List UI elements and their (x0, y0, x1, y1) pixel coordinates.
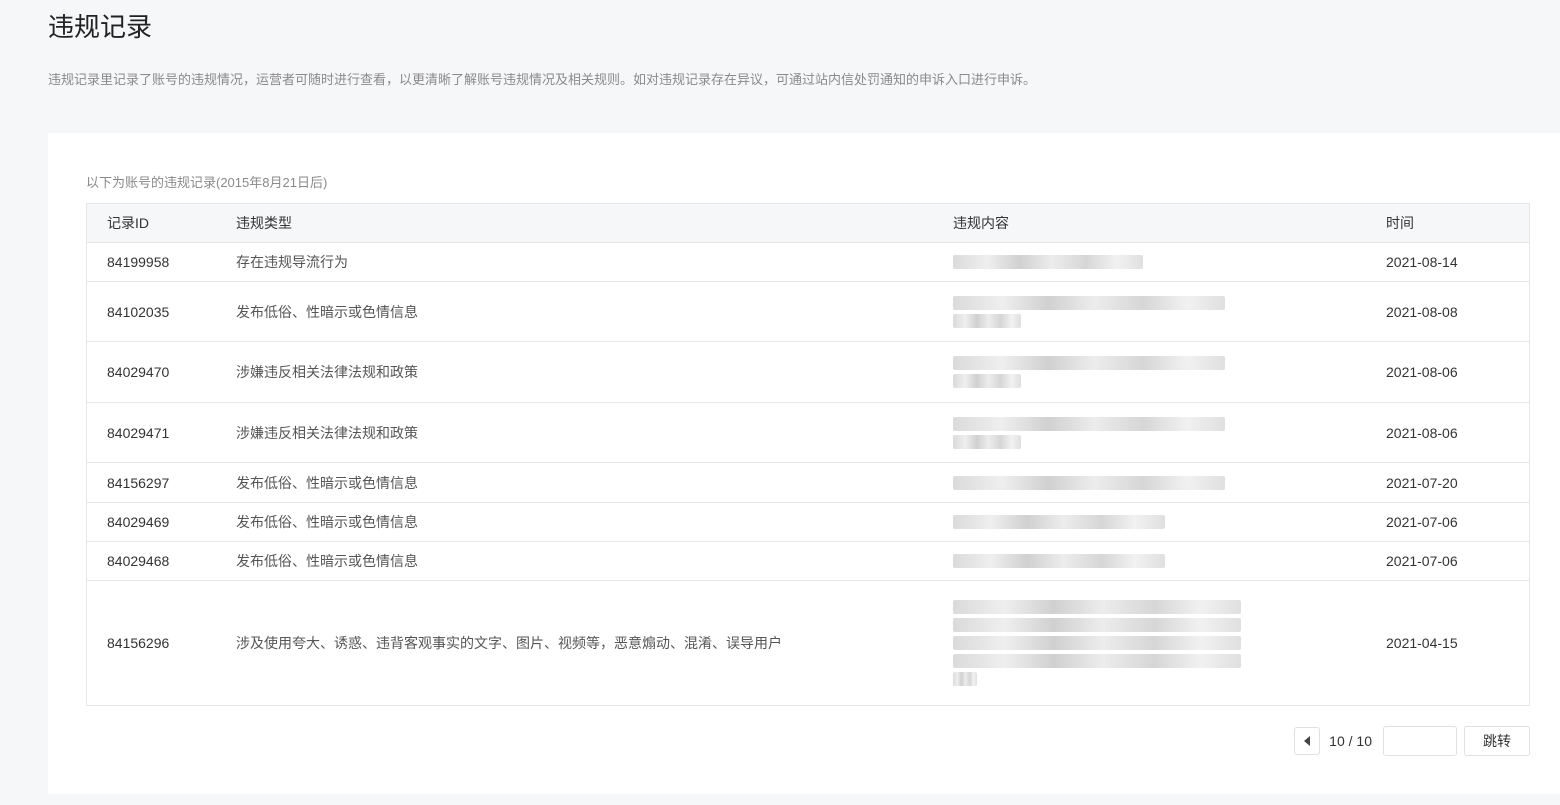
table-row: 84156297 发布低俗、性暗示或色情信息 2021-07-20 (86, 462, 1530, 503)
record-time: 2021-08-08 (1386, 281, 1530, 342)
violation-type: 存在违规导流行为 (236, 242, 953, 282)
records-panel: 以下为账号的违规记录(2015年8月21日后) 记录ID 违规类型 违规内容 时… (48, 133, 1560, 794)
pagination: 10 / 10 跳转 (1294, 726, 1530, 756)
header-time: 时间 (1386, 203, 1530, 243)
violation-records-table: 记录ID 违规类型 违规内容 时间 84199958 存在违规导流行为 2021… (86, 203, 1530, 706)
table-header-row: 记录ID 违规类型 违规内容 时间 (86, 203, 1530, 243)
record-id: 84029469 (86, 502, 236, 542)
page-indicator: 10 / 10 (1329, 733, 1372, 749)
violation-content-redacted (953, 580, 1386, 706)
record-id: 84156296 (86, 580, 236, 706)
jump-button[interactable]: 跳转 (1464, 726, 1530, 756)
page-title: 违规记录 (48, 12, 153, 42)
table-row: 84029468 发布低俗、性暗示或色情信息 2021-07-06 (86, 541, 1530, 581)
table-caption: 以下为账号的违规记录(2015年8月21日后) (86, 175, 328, 190)
table-row: 84029470 涉嫌违反相关法律法规和政策 2021-08-06 (86, 341, 1530, 403)
record-id: 84102035 (86, 281, 236, 342)
record-id: 84199958 (86, 242, 236, 282)
violation-content-redacted (953, 402, 1386, 463)
record-time: 2021-07-06 (1386, 502, 1530, 542)
record-id: 84029468 (86, 541, 236, 581)
violation-content-redacted (953, 462, 1386, 503)
prev-page-button[interactable] (1294, 727, 1321, 755)
record-time: 2021-08-14 (1386, 242, 1530, 282)
table-row: 84029471 涉嫌违反相关法律法规和政策 2021-08-06 (86, 402, 1530, 463)
table-row: 84102035 发布低俗、性暗示或色情信息 2021-08-08 (86, 281, 1530, 342)
violation-content-redacted (953, 541, 1386, 581)
violation-content-redacted (953, 341, 1386, 403)
violation-content-redacted (953, 502, 1386, 542)
violation-type: 涉及使用夸大、诱惑、违背客观事实的文字、图片、视频等，恶意煽动、混淆、误导用户 (236, 580, 953, 706)
record-time: 2021-07-06 (1386, 541, 1530, 581)
record-time: 2021-04-15 (1386, 580, 1530, 706)
page-number-input[interactable] (1383, 726, 1457, 756)
record-id: 84156297 (86, 462, 236, 503)
record-time: 2021-08-06 (1386, 402, 1530, 463)
record-time: 2021-07-20 (1386, 462, 1530, 503)
violation-type: 发布低俗、性暗示或色情信息 (236, 281, 953, 342)
violation-type: 发布低俗、性暗示或色情信息 (236, 502, 953, 542)
record-id: 84029471 (86, 402, 236, 463)
header-violation-content: 违规内容 (953, 203, 1386, 243)
header-record-id: 记录ID (86, 203, 236, 243)
table-row: 84199958 存在违规导流行为 2021-08-14 (86, 242, 1530, 282)
header-violation-type: 违规类型 (236, 203, 953, 243)
record-time: 2021-08-06 (1386, 341, 1530, 403)
record-id: 84029470 (86, 341, 236, 403)
violation-content-redacted (953, 242, 1386, 282)
violation-type: 涉嫌违反相关法律法规和政策 (236, 402, 953, 463)
table-row: 84156296 涉及使用夸大、诱惑、违背客观事实的文字、图片、视频等，恶意煽动… (86, 580, 1530, 706)
table-row: 84029469 发布低俗、性暗示或色情信息 2021-07-06 (86, 502, 1530, 542)
violation-type: 发布低俗、性暗示或色情信息 (236, 541, 953, 581)
violation-type: 涉嫌违反相关法律法规和政策 (236, 341, 953, 403)
page-description: 违规记录里记录了账号的违规情况，运营者可随时进行查看，以更清晰了解账号违规情况及… (48, 72, 1037, 87)
violation-content-redacted (953, 281, 1386, 342)
caret-left-icon (1304, 736, 1311, 746)
violation-type: 发布低俗、性暗示或色情信息 (236, 462, 953, 503)
